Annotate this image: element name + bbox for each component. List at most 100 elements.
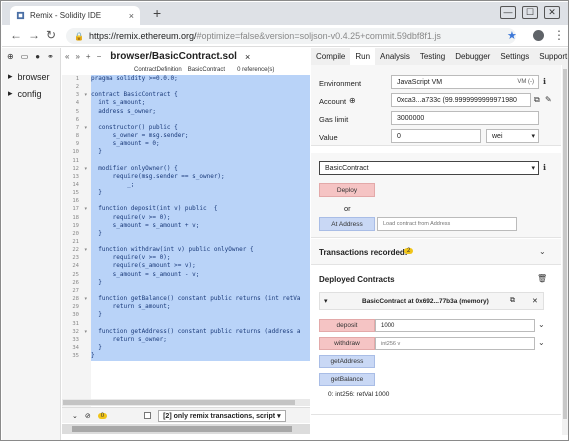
close-window-button[interactable]: ✕	[544, 6, 560, 19]
scroll-thumb[interactable]	[563, 69, 567, 419]
browser-tab[interactable]: Remix - Solidity IDE ×	[10, 6, 140, 25]
value-input[interactable]: 0	[391, 129, 481, 143]
line-number: 8	[75, 133, 79, 140]
fold-arrow-icon[interactable]: ▾	[84, 124, 87, 132]
scroll-thumb[interactable]	[72, 426, 292, 432]
deployed-contracts-label: Deployed Contracts	[319, 275, 395, 284]
folder-browser[interactable]: ▸ browser	[2, 65, 60, 82]
line-number: 31	[72, 320, 79, 327]
remove-instance-icon[interactable]: ✕	[532, 297, 538, 305]
environment-select[interactable]: JavaScript VM VM (-)	[391, 75, 539, 89]
terminal-scrollbar[interactable]	[62, 424, 310, 434]
browser-menu-icon[interactable]: ⋮	[553, 28, 565, 42]
get-balance-button[interactable]: getBalance	[319, 373, 375, 386]
tab-testing[interactable]: Testing	[415, 48, 450, 65]
contract-select[interactable]: BasicContract ▾	[319, 161, 539, 175]
fold-arrow-icon[interactable]: ▾	[84, 295, 87, 303]
line-number: 11	[72, 157, 79, 164]
code-line: }	[91, 229, 102, 237]
run-panel-scrollbar[interactable]	[562, 65, 568, 435]
reload-icon[interactable]: ↻	[46, 28, 56, 42]
trash-icon[interactable]: 🗑	[537, 274, 547, 283]
account-select[interactable]: 0xca3...a733c (99.9999999999971980	[391, 93, 531, 107]
gas-limit-input[interactable]: 3000000	[391, 111, 539, 125]
fold-arrow-icon[interactable]: ▾	[84, 246, 87, 254]
scroll-thumb[interactable]	[63, 400, 295, 405]
minimize-button[interactable]: —	[500, 6, 516, 19]
withdraw-input[interactable]	[375, 337, 535, 350]
bookmark-star-icon[interactable]: ★	[507, 29, 517, 42]
contract-instance-header[interactable]: ▾ BasicContract at 0x692...77b3a (memory…	[319, 292, 544, 310]
code-editor[interactable]: pragma solidity >=0.0.0; contract BasicCo…	[91, 75, 310, 407]
terminal-filter-select[interactable]: [2] only remix transactions, script ▾	[158, 409, 286, 422]
at-address-button[interactable]: At Address	[319, 217, 375, 231]
url-field[interactable]: 🔒 https://remix.ethereum.org/ #optimize=…	[66, 28, 516, 44]
copy-icon[interactable]: ⧉	[534, 95, 540, 105]
left-arrows-icon[interactable]: «	[65, 52, 69, 61]
deposit-input[interactable]: 1000	[375, 319, 535, 332]
open-folder-icon[interactable]: ▭	[21, 52, 29, 61]
copy-icon[interactable]: ⧉	[510, 297, 515, 305]
tab-debugger[interactable]: Debugger	[450, 48, 495, 65]
maximize-button[interactable]: ☐	[522, 6, 538, 19]
code-line: require(v >= 0);	[91, 213, 171, 221]
url-path: #optimize=false&version=soljson-v0.4.25+…	[196, 31, 441, 41]
get-address-button[interactable]: getAddress	[319, 355, 375, 368]
info-icon[interactable]: ℹ	[543, 77, 546, 86]
zoom-in-icon[interactable]: +	[86, 52, 91, 61]
profile-avatar[interactable]	[533, 30, 544, 41]
fold-arrow-icon[interactable]: ▾	[84, 328, 87, 336]
edit-icon[interactable]: ✎	[545, 95, 552, 104]
link-icon[interactable]: ⚭	[47, 52, 54, 61]
fold-arrow-icon[interactable]: ▾	[84, 165, 87, 173]
withdraw-button[interactable]: withdraw	[319, 337, 375, 350]
collapse-terminal-icon[interactable]: ⌄	[72, 412, 78, 420]
line-number: 14	[72, 181, 79, 188]
add-account-icon[interactable]: ⊕	[349, 96, 356, 105]
transactions-recorded[interactable]: Transactions recorded: 2 ⌄	[311, 239, 561, 265]
call-result: 0: int256: retVal 1000	[328, 391, 390, 398]
editor-tab-close-icon[interactable]: ×	[245, 52, 250, 62]
line-number: 12	[72, 165, 79, 172]
tab-settings[interactable]: Settings	[495, 48, 534, 65]
github-icon[interactable]: ●	[35, 52, 40, 61]
tab-close-icon[interactable]: ×	[129, 11, 134, 21]
chevron-down-icon[interactable]: ⌄	[539, 247, 546, 256]
at-address-input[interactable]	[377, 217, 517, 231]
chevron-down-icon[interactable]: ⌄	[538, 320, 545, 329]
deposit-value: 1000	[381, 322, 395, 329]
editor-scrollbar[interactable]	[62, 399, 310, 406]
line-number: 1	[75, 76, 79, 82]
folder-arrow-icon: ▸	[8, 71, 13, 81]
value-unit-select[interactable]: wei ▾	[486, 129, 539, 143]
file-toolbar: ⊕ ▭ ● ⚭	[2, 48, 60, 65]
deploy-button[interactable]: Deploy	[319, 183, 375, 197]
tab-analysis[interactable]: Analysis	[375, 48, 415, 65]
new-file-icon[interactable]: ⊕	[7, 52, 14, 61]
instance-label: BasicContract at 0x692...77b3a (memory)	[362, 298, 489, 305]
tab-compile[interactable]: Compile	[311, 48, 350, 65]
folder-config[interactable]: ▸ config	[2, 82, 60, 99]
right-arrows-icon[interactable]: »	[75, 52, 79, 61]
collapse-instance-icon[interactable]: ▾	[324, 297, 328, 305]
chevron-down-icon[interactable]: ⌄	[538, 338, 545, 347]
forward-icon[interactable]: →	[28, 28, 40, 42]
deposit-button[interactable]: deposit	[319, 319, 375, 332]
account-label: Account	[319, 97, 347, 106]
listen-network-checkbox[interactable]	[144, 412, 152, 419]
editor-tab[interactable]: browser/BasicContract.sol	[104, 51, 237, 62]
gas-limit-value: 3000000	[397, 114, 425, 122]
filter-label: [2] only remix transactions, script	[163, 412, 276, 420]
line-number: 2	[75, 84, 79, 91]
tab-run[interactable]: Run	[350, 48, 376, 65]
contract-value: BasicContract	[325, 164, 369, 172]
info-icon[interactable]: ℹ	[543, 163, 546, 172]
tab-support[interactable]: Support	[534, 48, 568, 65]
clear-console-icon[interactable]: ⊘	[85, 412, 91, 420]
fold-arrow-icon[interactable]: ▾	[84, 205, 87, 213]
zoom-out-icon[interactable]: −	[97, 52, 102, 61]
back-icon[interactable]: ←	[10, 28, 22, 42]
line-number: 13	[72, 173, 79, 180]
new-tab-button[interactable]: +	[153, 5, 161, 21]
fold-arrow-icon[interactable]: ▾	[84, 91, 87, 99]
